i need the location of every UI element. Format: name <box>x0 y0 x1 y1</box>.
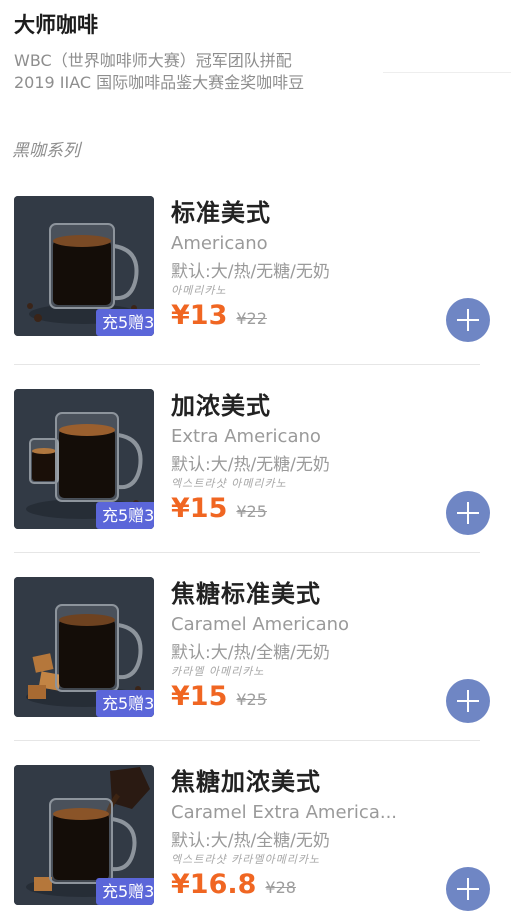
product-image[interactable]: 充5赠3 <box>14 196 154 336</box>
product-original-price: ¥28 <box>265 878 296 897</box>
product-name: 焦糖标准美式 <box>171 580 321 608</box>
product-name-en: Extra Americano <box>171 426 321 447</box>
promo-badge: 充5赠3 <box>96 690 154 717</box>
product-name: 加浓美式 <box>171 392 271 420</box>
price-row: ¥13 ¥22 <box>171 300 471 336</box>
promo-badge: 充5赠3 <box>96 502 154 529</box>
product-name-korean: 카라멜 아메리카노 <box>171 665 265 678</box>
product-name-korean: 엑스트라샷 아메리카노 <box>171 477 287 490</box>
product-price: ¥15 <box>171 681 228 712</box>
add-to-cart-button[interactable] <box>446 491 490 535</box>
add-to-cart-button[interactable] <box>446 679 490 723</box>
product-price: ¥13 <box>171 300 228 331</box>
add-to-cart-button[interactable] <box>446 867 490 911</box>
product-spec: 默认:大/热/无糖/无奶 <box>171 455 330 475</box>
product-info: 标准美式 Americano 默认:大/热/无糖/无奶 아메리카노 ¥13 ¥2… <box>171 196 471 336</box>
header-divider <box>383 72 511 73</box>
store-header: 大师咖啡 WBC（世界咖啡师大赛）冠军团队拼配 2019 IIAC 国际咖啡品鉴… <box>14 10 511 94</box>
store-subtitle-line2: 2019 IIAC 国际咖啡品鉴大赛金奖咖啡豆 <box>14 73 305 92</box>
price-row: ¥15 ¥25 <box>171 681 471 717</box>
price-row: ¥15 ¥25 <box>171 493 471 529</box>
item-divider <box>14 364 480 365</box>
product-info: 焦糖加浓美式 Caramel Extra America... 默认:大/热/全… <box>171 765 471 905</box>
product-name-en: Caramel Extra America... <box>171 802 398 823</box>
product-price: ¥16.8 <box>171 869 257 900</box>
product-spec: 默认:大/热/无糖/无奶 <box>171 262 330 282</box>
product-info: 加浓美式 Extra Americano 默认:大/热/无糖/无奶 엑스트라샷 … <box>171 389 471 529</box>
product-name: 焦糖加浓美式 <box>171 768 321 796</box>
price-row: ¥16.8 ¥28 <box>171 869 471 905</box>
promo-badge: 充5赠3 <box>96 878 154 905</box>
product-item[interactable]: 充5赠3 焦糖标准美式 Caramel Americano 默认:大/热/全糖/… <box>14 577 494 727</box>
section-title: 黑咖系列 <box>12 141 80 161</box>
promo-badge: 充5赠3 <box>96 309 154 336</box>
product-price: ¥15 <box>171 493 228 524</box>
product-info: 焦糖标准美式 Caramel Americano 默认:大/热/全糖/无奶 카라… <box>171 577 471 717</box>
store-title: 大师咖啡 <box>14 13 98 37</box>
product-spec: 默认:大/热/全糖/无奶 <box>171 831 330 851</box>
product-name-korean: 아메리카노 <box>171 284 227 297</box>
product-image[interactable]: 充5赠3 <box>14 577 154 717</box>
product-name-en: Caramel Americano <box>171 614 350 635</box>
product-item[interactable]: 充5赠3 焦糖加浓美式 Caramel Extra America... 默认:… <box>14 765 494 915</box>
item-divider <box>14 740 480 741</box>
store-subtitle-line1: WBC（世界咖啡师大赛）冠军团队拼配 <box>14 51 292 70</box>
product-image[interactable]: 充5赠3 <box>14 765 154 905</box>
product-name: 标准美式 <box>171 199 271 227</box>
product-item[interactable]: 充5赠3 加浓美式 Extra Americano 默认:大/热/无糖/无奶 엑… <box>14 389 494 539</box>
product-spec: 默认:大/热/全糖/无奶 <box>171 643 330 663</box>
add-to-cart-button[interactable] <box>446 298 490 342</box>
product-original-price: ¥25 <box>236 502 267 521</box>
product-item[interactable]: 充5赠3 标准美式 Americano 默认:大/热/无糖/无奶 아메리카노 ¥… <box>14 196 494 346</box>
product-original-price: ¥25 <box>236 690 267 709</box>
product-original-price: ¥22 <box>236 309 267 328</box>
item-divider <box>14 552 480 553</box>
product-name-en: Americano <box>171 233 268 254</box>
product-image[interactable]: 充5赠3 <box>14 389 154 529</box>
product-name-korean: 엑스트라샷 카라멜아메리카노 <box>171 853 321 866</box>
